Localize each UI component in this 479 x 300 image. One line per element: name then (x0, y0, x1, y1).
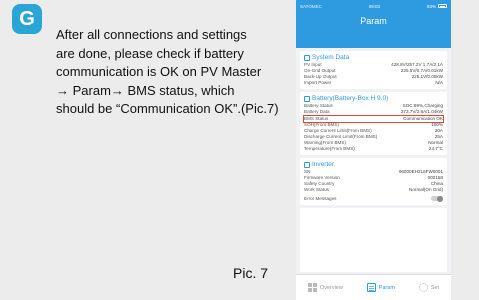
section-title: System Data (312, 54, 350, 61)
phone-screenshot: SATOMEC 09:03 83% Param System Data PV I… (296, 0, 451, 300)
error-messages-toggle[interactable] (431, 195, 443, 202)
battery-percent: 83% (426, 3, 436, 9)
section-title: Battery(Battery-Box H 9.0) (312, 95, 389, 103)
grid-icon (307, 283, 317, 292)
page-title: Param (360, 16, 387, 26)
picture-caption: Pic. 7 (233, 265, 269, 281)
tab-label: Param (378, 284, 395, 291)
bottom-tab-bar: Overview Param Set (296, 274, 451, 300)
battery-section-icon (304, 95, 310, 102)
inverter-section: Inverter SN 96000EH216FW0001 Firmware Ver… (300, 158, 447, 205)
list-icon (366, 283, 376, 292)
data-row: Temperature(From BMS) 24.7°C (304, 146, 443, 152)
system-data-section: System Data PV Input 428.8V/257.2V 1.7A/2… (300, 51, 447, 90)
step-badge: G (12, 4, 42, 34)
row-value: N/A (435, 80, 443, 86)
system-data-header: System Data (304, 54, 443, 61)
inverter-icon (304, 161, 310, 168)
status-icons: 83% (427, 4, 447, 9)
instruction-line: communication is OK on PV Master (56, 64, 262, 79)
battery-icon (438, 4, 447, 8)
row-label: Work Status (304, 187, 329, 193)
tab-overview[interactable]: Overview (307, 283, 343, 292)
tab-set[interactable]: Set (418, 283, 440, 292)
error-messages-row: Error Messages (304, 196, 443, 202)
clock: 09:03 (368, 3, 381, 9)
carrier-label: SATOMEC (300, 3, 322, 9)
row-label: Error Messages (304, 195, 337, 201)
status-bar: SATOMEC 09:03 83% (296, 0, 451, 12)
tab-label: Overview (319, 284, 343, 291)
row-value: Normal(On Grid) (409, 187, 443, 193)
row-value: 24.7°C (428, 146, 443, 152)
instruction-text: After all connections and settings are d… (56, 26, 288, 119)
system-data-icon (304, 54, 310, 61)
gear-icon (418, 283, 428, 292)
row-label: Temperature(From BMS) (304, 146, 355, 152)
battery-header: Battery(Battery-Box H 9.0) (304, 95, 443, 102)
tab-param[interactable]: Param (366, 283, 395, 292)
row-label: Import Power (304, 80, 332, 86)
data-row: Import Power N/A (304, 80, 443, 86)
app-header: SATOMEC 09:03 83% Param (296, 0, 451, 48)
instruction-line: → Param→ BMS status, which (56, 82, 235, 98)
inverter-header: Inverter (304, 161, 443, 168)
section-title: Inverter (312, 161, 335, 169)
instruction-line: are done, please check if battery (56, 45, 244, 61)
instruction-line: After all connections and settings (56, 27, 247, 42)
empty-area (300, 207, 447, 272)
tab-label: Set (430, 284, 440, 291)
instruction-line: should be “Communication OK”.(Pic.7) (56, 101, 279, 116)
data-row: Work Status Normal(On Grid) (304, 187, 443, 193)
battery-section: Battery(Battery-Box H 9.0) Battery Statu… (300, 92, 447, 156)
